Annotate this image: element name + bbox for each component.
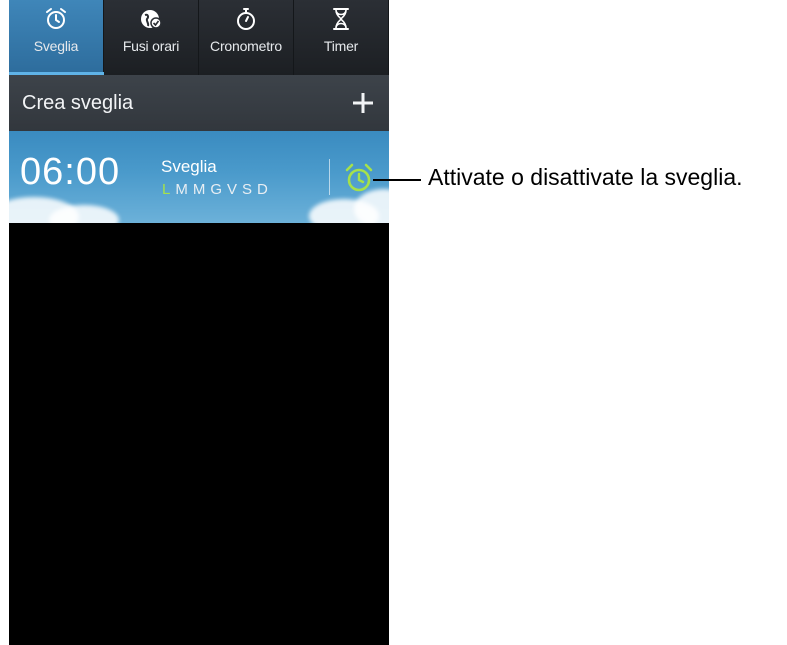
- divider: [329, 159, 330, 195]
- day-friday: V: [227, 181, 238, 198]
- callout-line: [373, 179, 421, 181]
- tab-label: Cronometro: [210, 38, 282, 54]
- tab-label: Fusi orari: [122, 38, 180, 54]
- day-saturday: S: [242, 181, 253, 198]
- alarm-time: 06:00: [20, 151, 121, 193]
- day-sunday: D: [257, 181, 268, 198]
- create-alarm-button[interactable]: Crea sveglia: [9, 75, 389, 131]
- world-clock-icon: [141, 10, 162, 29]
- hourglass-icon: [333, 8, 349, 30]
- day-monday: L: [162, 181, 171, 198]
- alarm-toggle-icon[interactable]: [342, 161, 376, 195]
- tab-timer[interactable]: Timer: [294, 0, 389, 75]
- create-alarm-label: Crea sveglia: [22, 91, 134, 114]
- plus-icon: [353, 93, 373, 113]
- day-wednesday: M: [192, 181, 206, 198]
- phone-screen: Sveglia Fusi orari Cronometro Timer Crea…: [9, 0, 389, 645]
- alarm-clock-icon: [46, 8, 66, 29]
- stopwatch-icon: [237, 8, 255, 30]
- tab-label: Sveglia: [33, 38, 79, 54]
- page: Sveglia Fusi orari Cronometro Timer Crea…: [0, 0, 787, 645]
- alarm-days: L M M G V S D: [162, 181, 268, 198]
- tab-sveglia[interactable]: Sveglia: [9, 0, 104, 75]
- tab-bar: Sveglia Fusi orari Cronometro Timer: [9, 0, 389, 75]
- tab-label: Timer: [323, 38, 359, 54]
- alarm-name: Sveglia: [161, 157, 217, 176]
- day-tuesday: M: [175, 181, 188, 198]
- callout-text: Attivate o disattivate la sveglia.: [428, 164, 743, 190]
- alarm-item[interactable]: 06:00 Sveglia L M M G V S D: [9, 131, 389, 223]
- tab-fusi-orari[interactable]: Fusi orari: [104, 0, 199, 75]
- day-thursday: G: [210, 181, 223, 198]
- tab-cronometro[interactable]: Cronometro: [199, 0, 294, 75]
